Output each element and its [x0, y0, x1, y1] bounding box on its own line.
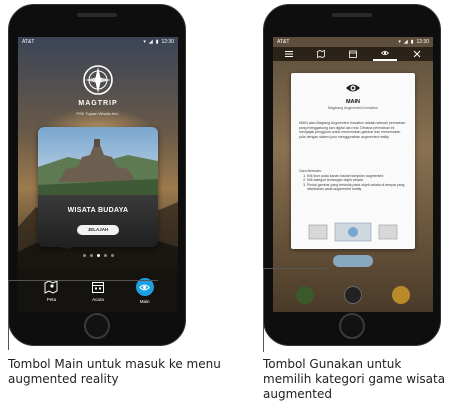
ar-button[interactable] [373, 47, 397, 61]
close-icon [413, 50, 421, 58]
close-button[interactable] [405, 47, 429, 61]
wifi-icon: ▾ [143, 39, 146, 45]
gallery-button[interactable] [392, 286, 410, 304]
page-dot[interactable] [89, 254, 93, 257]
carrier-label: AT&T [277, 39, 290, 45]
brand-title: MAGTRIP [78, 100, 118, 107]
top-toolbar [273, 47, 433, 61]
home-button[interactable] [84, 313, 110, 339]
step-item: Pindai gambar yang tersedia pada objek w… [307, 183, 407, 192]
page-dot[interactable] [82, 254, 86, 257]
status-bar: AT&T ▾ ◢ ▮ 12:30 [273, 37, 433, 47]
tab-label: Peta [46, 297, 56, 302]
category-card[interactable]: WISATA BUDAYA JELAJAH [38, 127, 158, 247]
bottom-controls [273, 278, 433, 312]
tab-label: Acara [92, 297, 104, 302]
tab-acara[interactable]: Acara [83, 280, 113, 302]
compass-logo-icon [83, 65, 113, 95]
signal-icon: ◢ [403, 39, 408, 45]
phone-left: AT&T ▾ ◢ ▮ 12:30 MAGTRIP PSK Tujuan Wisa… [8, 4, 186, 346]
pointer-line [263, 268, 327, 269]
pagination-dots [18, 254, 178, 257]
pointer-line [8, 280, 158, 281]
dialog-description: MAIN atau Magtang Augmented Inovation ad… [299, 121, 406, 139]
category-button[interactable] [296, 286, 314, 304]
page-dot-active[interactable] [96, 254, 100, 257]
main-info-dialog: MAIN Magtrang Augmented Inovation MAIN a… [291, 73, 415, 249]
home-screen: AT&T ▾ ◢ ▮ 12:30 MAGTRIP PSK Tujuan Wisa… [18, 37, 178, 312]
explore-button[interactable]: JELAJAH [77, 225, 119, 235]
dialog-subtitle: Magtrang Augmented Inovation [328, 106, 378, 110]
ar-eye-icon [346, 84, 360, 92]
phone-right: AT&T ▾ ◢ ▮ 12:30 MAIN Magtrang Augmented… [263, 4, 441, 346]
tab-label: Main [139, 299, 150, 304]
home-button[interactable] [339, 313, 365, 339]
calendar-icon [91, 282, 104, 293]
wifi-icon: ▾ [398, 39, 401, 45]
map-icon [44, 280, 58, 294]
tab-main[interactable]: Main [130, 278, 160, 304]
borobudur-image [38, 127, 158, 195]
how-to-play: Cara Bermain: Klik ikon pada kanan bawah… [299, 169, 407, 192]
calendar-icon [349, 50, 357, 58]
carrier-label: AT&T [22, 39, 35, 45]
scan-illustration [308, 222, 398, 242]
menu-icon [285, 51, 293, 57]
clock-label: 12:30 [161, 39, 174, 45]
speaker-grill [77, 13, 117, 17]
caption-left: Tombol Main untuk masuk ke menu augmente… [8, 357, 221, 386]
ar-info-screen: AT&T ▾ ◢ ▮ 12:30 MAIN Magtrang Augmented… [273, 37, 433, 312]
clock-label: 12:30 [416, 39, 429, 45]
ar-eye-icon [381, 50, 389, 56]
bottom-tab-bar: Peta Acara Main [18, 270, 178, 312]
use-button[interactable] [333, 255, 373, 267]
pointer-line [263, 268, 264, 352]
map-icon [317, 50, 325, 58]
brand-tagline: PSK Tujuan Wisata Ind.. [76, 111, 120, 116]
caption-right: Tombol Gunakan untuk memilih kategori ga… [263, 357, 446, 401]
speaker-grill [332, 13, 372, 17]
pointer-line [8, 280, 9, 350]
signal-icon: ◢ [148, 39, 153, 45]
tab-peta[interactable]: Peta [36, 280, 66, 302]
battery-icon: ▮ [155, 39, 159, 45]
calendar-button[interactable] [341, 47, 365, 61]
battery-icon: ▮ [410, 39, 414, 45]
card-title: WISATA BUDAYA [67, 207, 129, 214]
page-dot[interactable] [103, 254, 107, 257]
menu-button[interactable] [277, 47, 301, 61]
map-button[interactable] [309, 47, 333, 61]
steps-list: Klik ikon pada kanan bawah tampilan augm… [299, 174, 407, 192]
dialog-title: MAIN [345, 99, 361, 105]
ar-eye-icon [139, 284, 151, 290]
page-dot[interactable] [110, 254, 114, 257]
status-bar: AT&T ▾ ◢ ▮ 12:30 [18, 37, 178, 47]
camera-button[interactable] [344, 286, 362, 304]
